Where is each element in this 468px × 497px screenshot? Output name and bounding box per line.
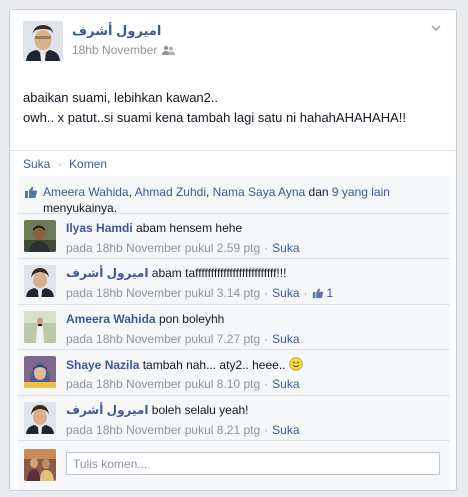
comment-line: Ameera Wahida pon boleyhh <box>66 312 224 326</box>
likes-suffix: menyukainya. <box>43 201 118 215</box>
comment-like-link[interactable]: Suka <box>272 423 299 437</box>
feedback-panel: Ameera Wahida, Ahmad Zuhdi, Nama Saya Ay… <box>18 176 450 490</box>
commenter-avatar[interactable] <box>24 356 56 388</box>
comment-meta: pada 18hb November pukul 2.59 ptg · Suka <box>66 241 300 255</box>
comment-like-link[interactable]: Suka <box>272 377 299 391</box>
comment-line: اميرول أشرف abam tafffffffffffffffffffff… <box>66 266 286 280</box>
liker-name[interactable]: Ameera Wahida <box>43 185 129 199</box>
commenter-name[interactable]: Shaye Nazila <box>66 358 139 372</box>
comment-composer <box>18 441 450 483</box>
comment-meta: pada 18hb November pukul 8.10 ptg · Suka <box>66 377 300 391</box>
comment-like-link[interactable]: Suka <box>272 332 299 346</box>
comment-link[interactable]: Komen <box>69 157 107 171</box>
comment-like-count[interactable]: 1 <box>312 286 334 300</box>
like-link[interactable]: Suka <box>23 157 50 171</box>
comment-line: Ilyas Hamdi abam hensem hehe <box>66 221 242 235</box>
like-count-value: 1 <box>326 286 334 300</box>
viewer-avatar <box>24 449 56 481</box>
likes-others-link[interactable]: 9 yang lain <box>332 185 390 199</box>
comment-text: boleh selalu yeah! <box>151 403 249 417</box>
smile-emoticon-icon <box>289 357 303 371</box>
commenter-avatar[interactable] <box>24 311 56 343</box>
post-meta: 18hb November <box>72 43 176 57</box>
comment-item: Ilyas Hamdi abam hensem hehe pada 18hb N… <box>18 214 450 259</box>
separator: · <box>264 286 269 300</box>
comment-item: Shaye Nazila tambah nah... aty2.. heee..… <box>18 350 450 396</box>
comment-time[interactable]: pada 18hb November pukul 2.59 ptg <box>66 241 260 255</box>
author-avatar[interactable] <box>23 21 63 61</box>
post-timestamp[interactable]: 18hb November <box>72 43 157 57</box>
post-actions: Suka · Komen <box>10 150 456 174</box>
commenter-avatar[interactable] <box>24 265 56 297</box>
post-body: abaikan suami, lebihkan kawan2.. owh.. x… <box>23 88 443 128</box>
comment-text: pon boleyhh <box>158 312 225 326</box>
likes-summary: Ameera Wahida, Ahmad Zuhdi, Nama Saya Ay… <box>18 176 450 215</box>
post-line: abaikan suami, lebihkan kawan2.. <box>23 90 219 105</box>
thumbs-up-icon <box>312 288 323 299</box>
comment-text: tambah nah... aty2.. heee.. <box>142 358 286 372</box>
comment-like-link[interactable]: Suka <box>272 241 299 255</box>
commenter-name[interactable]: اميرول أشرف <box>66 403 148 417</box>
post-author[interactable]: اميرول أشرف <box>72 23 161 39</box>
separator: · <box>264 241 269 255</box>
comment-meta: pada 18hb November pukul 3.14 ptg · Suka… <box>66 286 333 300</box>
commenter-avatar[interactable] <box>24 220 56 252</box>
friends-icon <box>162 45 176 56</box>
comment-line: Shaye Nazila tambah nah... aty2.. heee.. <box>66 357 303 372</box>
separator: · <box>264 377 269 391</box>
post-card: اميرول أشرف 18hb November abaikan suami,… <box>9 9 457 491</box>
chevron-down-icon[interactable] <box>429 21 443 35</box>
commenter-name[interactable]: Ilyas Hamdi <box>66 221 133 235</box>
comment-meta: pada 18hb November pukul 7.27 ptg · Suka <box>66 332 300 346</box>
likes-and: dan <box>308 185 329 199</box>
thumbs-up-icon <box>24 185 38 199</box>
post-header: اميرول أشرف 18hb November <box>23 21 443 63</box>
comment-item: Ameera Wahida pon boleyhh pada 18hb Nove… <box>18 305 450 350</box>
comment-time[interactable]: pada 18hb November pukul 3.14 ptg <box>66 286 260 300</box>
comma: , <box>128 185 132 199</box>
comment-meta: pada 18hb November pukul 8.21 ptg · Suka <box>66 423 300 437</box>
comment-input[interactable] <box>66 452 440 475</box>
separator: · <box>264 332 269 346</box>
separator: · <box>303 286 308 300</box>
comment-time[interactable]: pada 18hb November pukul 8.10 ptg <box>66 377 260 391</box>
commenter-avatar[interactable] <box>24 402 56 434</box>
commenter-name[interactable]: Ameera Wahida <box>66 312 156 326</box>
comment-text: abam hensem hehe <box>136 221 243 235</box>
comment-time[interactable]: pada 18hb November pukul 8.21 ptg <box>66 423 260 437</box>
comment-text: abam taffffffffffffffffffffffffff!!! <box>151 266 287 280</box>
separator: · <box>264 423 269 437</box>
comment-like-link[interactable]: Suka <box>272 286 299 300</box>
comment-item: اميرول أشرف boleh selalu yeah! pada 18hb… <box>18 396 450 441</box>
comma: , <box>205 185 210 199</box>
liker-name[interactable]: Ahmad Zuhdi <box>135 185 206 199</box>
separator: · <box>57 157 62 171</box>
post-line: owh.. x patut..si suami kena tambah lagi… <box>23 110 406 125</box>
commenter-name[interactable]: اميرول أشرف <box>66 266 148 280</box>
comment-item: اميرول أشرف abam tafffffffffffffffffffff… <box>18 259 450 305</box>
comment-time[interactable]: pada 18hb November pukul 7.27 ptg <box>66 332 260 346</box>
liker-name[interactable]: Nama Saya Ayna <box>213 185 306 199</box>
comment-line: اميرول أشرف boleh selalu yeah! <box>66 403 249 417</box>
